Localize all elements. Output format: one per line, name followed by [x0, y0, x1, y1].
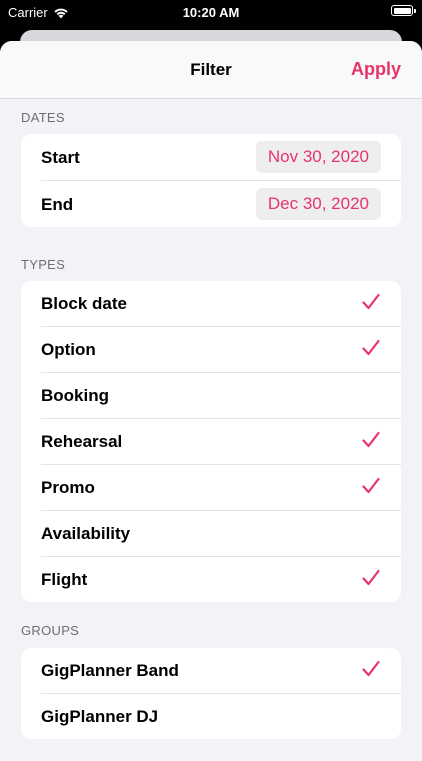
battery-icon	[391, 5, 416, 16]
groups-group: GigPlanner Band GigPlanner DJ	[21, 648, 401, 739]
filter-sheet: Filter Apply DATES Start Nov 30, 2020 En…	[0, 41, 422, 761]
end-date-label: End	[41, 195, 74, 214]
type-row-block-date[interactable]: Block date	[41, 281, 401, 327]
group-row-gigplanner-band[interactable]: GigPlanner Band	[41, 648, 401, 694]
types-section-header: TYPES	[21, 257, 66, 272]
type-row-option[interactable]: Option	[41, 327, 401, 373]
dates-section-header: DATES	[21, 110, 65, 125]
end-date-picker[interactable]: Dec 30, 2020	[255, 188, 381, 220]
dates-group: Start Nov 30, 2020 End Dec 30, 2020	[21, 134, 401, 227]
end-date-row: End Dec 30, 2020	[41, 181, 401, 227]
checkmark-icon	[362, 569, 380, 586]
checkmark-icon	[362, 477, 380, 494]
group-label: GigPlanner DJ	[41, 707, 159, 726]
navigation-bar: Filter Apply	[0, 41, 422, 99]
clock: 10:20 AM	[182, 5, 240, 20]
type-label: Block date	[41, 294, 127, 313]
type-row-flight[interactable]: Flight	[41, 557, 401, 602]
type-label: Option	[41, 340, 96, 359]
start-date-picker[interactable]: Nov 30, 2020	[255, 141, 381, 173]
checkmark-icon	[362, 293, 380, 310]
checkmark-icon	[362, 431, 380, 448]
apply-button[interactable]: Apply	[351, 59, 401, 80]
type-label: Booking	[41, 386, 109, 405]
type-label: Availability	[41, 524, 131, 543]
type-row-promo[interactable]: Promo	[41, 465, 401, 511]
start-date-row: Start Nov 30, 2020	[41, 134, 401, 181]
start-date-label: Start	[41, 148, 80, 167]
groups-section-header: GROUPS	[21, 623, 80, 638]
status-bar: Carrier 10:20 AM	[0, 0, 422, 28]
type-label: Promo	[41, 478, 95, 497]
type-row-availability[interactable]: Availability	[41, 511, 401, 557]
type-label: Flight	[41, 570, 88, 589]
type-row-rehearsal[interactable]: Rehearsal	[41, 419, 401, 465]
type-label: Rehearsal	[41, 432, 123, 451]
group-label: GigPlanner Band	[41, 661, 179, 680]
checkmark-icon	[362, 660, 380, 677]
type-row-booking[interactable]: Booking	[41, 373, 401, 419]
group-row-gigplanner-dj[interactable]: GigPlanner DJ	[41, 694, 401, 739]
types-group: Block date Option Booking Rehearsal Prom…	[21, 281, 401, 602]
checkmark-icon	[362, 339, 380, 356]
